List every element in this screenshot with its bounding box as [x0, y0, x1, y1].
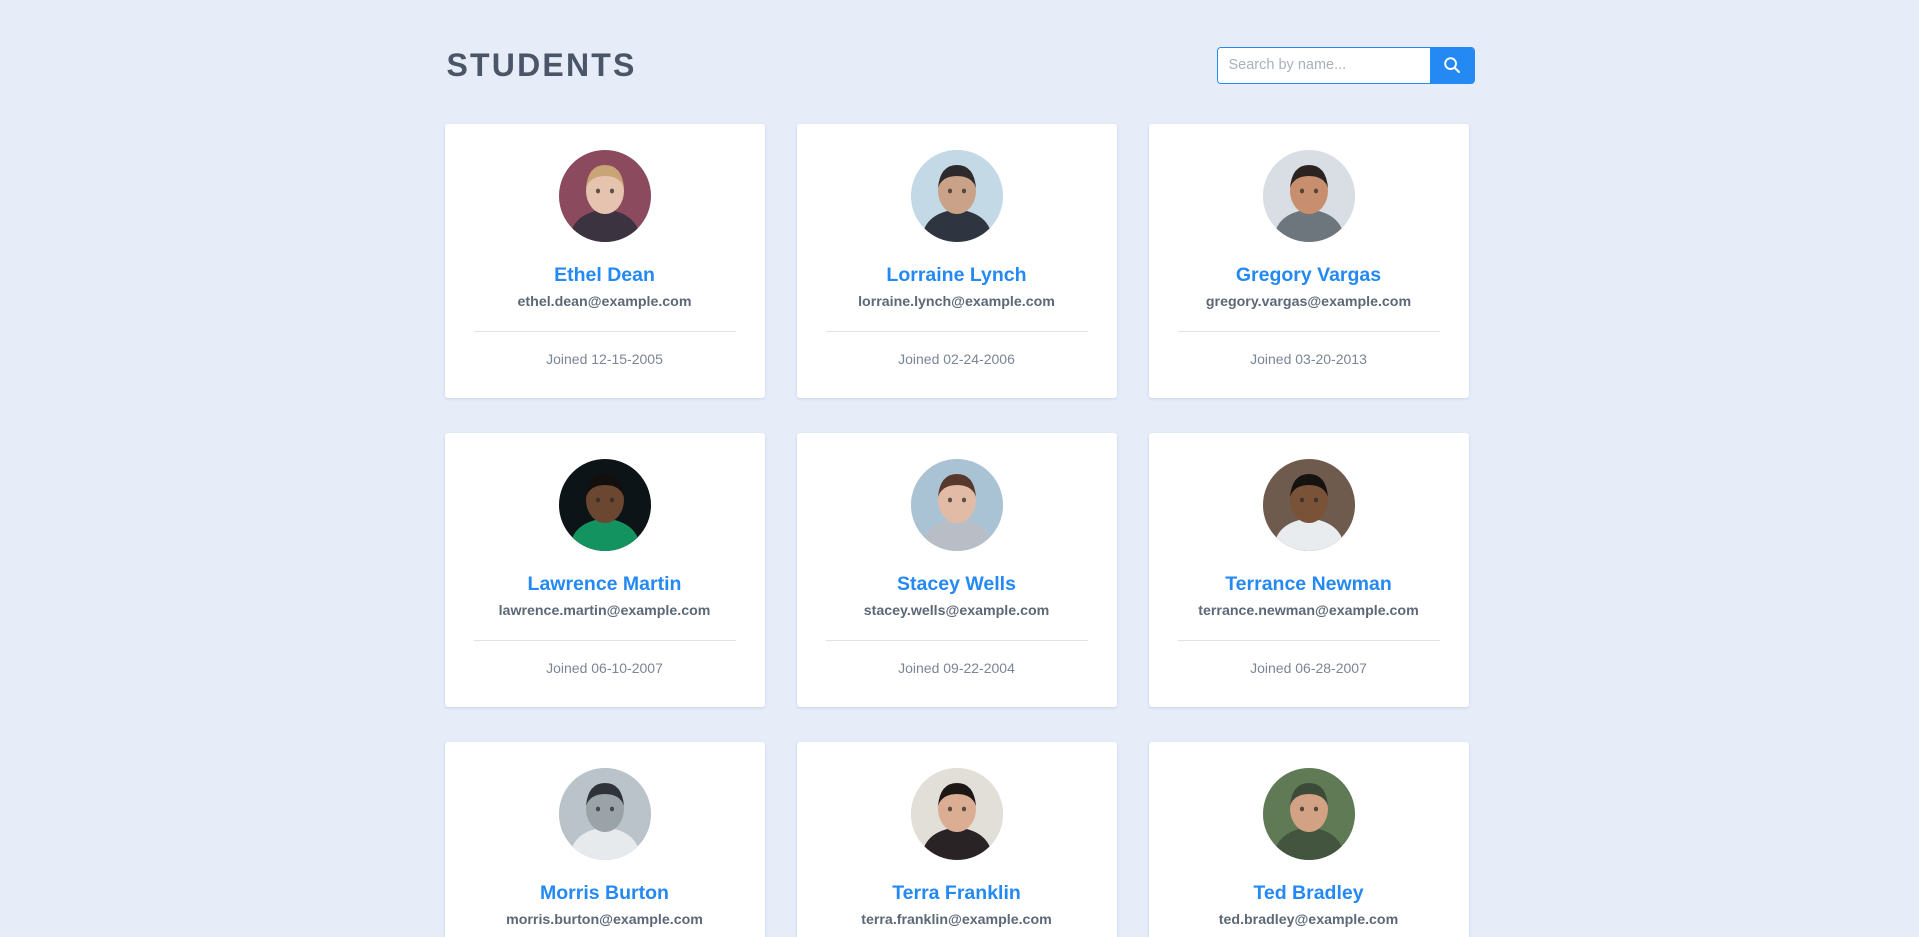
student-name: Ted Bradley — [1253, 882, 1364, 905]
students-grid: Ethel Dean ethel.dean@example.com Joined… — [444, 124, 1475, 937]
student-email: morris.burton@example.com — [506, 912, 703, 929]
student-joined-date: Joined 09-22-2004 — [898, 659, 1015, 676]
student-card-8[interactable]: Terra Franklin terra.franklin@example.co… — [796, 742, 1117, 937]
card-divider — [825, 639, 1088, 641]
avatar-terrance-newman — [1262, 459, 1355, 552]
card-divider — [1177, 639, 1440, 641]
student-email: gregory.vargas@example.com — [1205, 294, 1412, 311]
avatar-ethel-dean — [558, 150, 651, 242]
student-email: terrance.newman@example.com — [1198, 603, 1419, 620]
student-name: Lawrence Martin — [527, 573, 682, 596]
avatar-morris-burton — [558, 768, 651, 861]
student-card-5[interactable]: Stacey Wells stacey.wells@example.com Jo… — [796, 433, 1117, 708]
student-joined-date: Joined 12-15-2005 — [546, 350, 663, 367]
card-divider — [473, 639, 736, 641]
student-email: stacey.wells@example.com — [863, 603, 1050, 620]
student-card-3[interactable]: Gregory Vargas gregory.vargas@example.co… — [1148, 124, 1469, 399]
page-header: STUDENTS — [445, 34, 1475, 96]
card-divider — [473, 330, 736, 332]
student-name: Ethel Dean — [554, 264, 655, 286]
avatar-ted-bradley — [1262, 768, 1355, 861]
student-joined-date: Joined 06-28-2007 — [1250, 659, 1367, 676]
page-container: STUDENTS Ethel Dean ethel.dean@example.c… — [444, 0, 1475, 937]
student-joined-date: Joined 03-20-2013 — [1250, 350, 1367, 367]
search-bar[interactable] — [1216, 46, 1475, 84]
student-name: Morris Burton — [540, 882, 669, 905]
student-card-2[interactable]: Lorraine Lynch lorraine.lynch@example.co… — [796, 124, 1117, 399]
student-name: Terrance Newman — [1225, 573, 1392, 596]
card-divider — [1177, 330, 1440, 332]
student-card-7[interactable]: Morris Burton morris.burton@example.com — [444, 742, 765, 937]
student-email: lawrence.martin@example.com — [498, 603, 711, 620]
avatar-stacey-wells — [910, 459, 1003, 552]
student-name: Stacey Wells — [897, 573, 1016, 596]
card-divider — [825, 330, 1088, 332]
search-icon — [1442, 55, 1462, 75]
student-name: Lorraine Lynch — [886, 264, 1027, 286]
student-joined-date: Joined 02-24-2006 — [898, 350, 1015, 367]
student-email: terra.franklin@example.com — [861, 912, 1052, 929]
student-name: Gregory Vargas — [1235, 264, 1382, 286]
avatar-lorraine-lynch — [910, 150, 1003, 242]
avatar-lawrence-martin — [558, 459, 651, 552]
avatar-gregory-vargas — [1262, 150, 1355, 242]
student-card-6[interactable]: Terrance Newman terrance.newman@example.… — [1148, 433, 1469, 708]
student-joined-date: Joined 06-10-2007 — [546, 659, 663, 676]
student-email: ted.bradley@example.com — [1218, 912, 1399, 929]
search-button[interactable] — [1429, 47, 1474, 83]
student-card-1[interactable]: Ethel Dean ethel.dean@example.com Joined… — [444, 124, 765, 399]
students-page: STUDENTS Ethel Dean ethel.dean@example.c… — [0, 0, 1919, 937]
student-card-4[interactable]: Lawrence Martin lawrence.martin@example.… — [444, 433, 765, 708]
search-input[interactable] — [1217, 47, 1430, 83]
student-email: lorraine.lynch@example.com — [858, 294, 1055, 311]
student-card-9[interactable]: Ted Bradley ted.bradley@example.com — [1148, 742, 1469, 937]
student-name: Terra Franklin — [892, 882, 1021, 905]
page-title: STUDENTS — [446, 47, 637, 83]
student-email: ethel.dean@example.com — [517, 294, 692, 311]
avatar-terra-franklin — [910, 768, 1003, 861]
